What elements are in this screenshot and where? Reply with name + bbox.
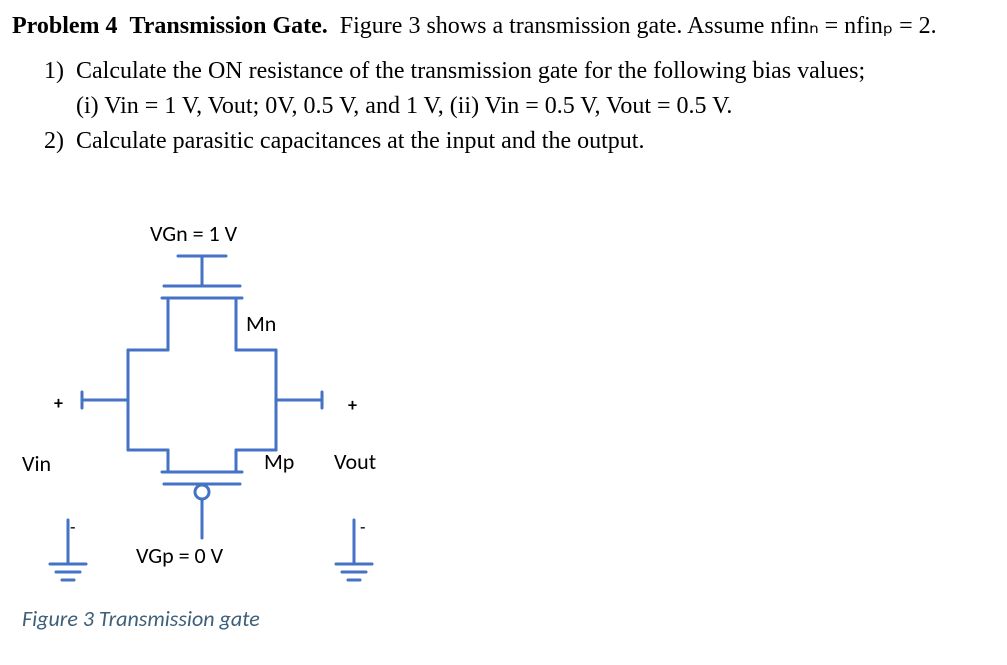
list-body-1: Calculate the ON resistance of the trans…	[76, 54, 995, 124]
problem-heading-line: Problem 4 Transmission Gate. Figure 3 sh…	[12, 10, 995, 42]
label-mn: Mn	[246, 310, 276, 337]
list-number-2: 2)	[44, 124, 76, 159]
list-item-1-sub: (i) Vin = 1 V, Vout; 0V, 0.5 V, and 1 V,…	[76, 93, 732, 119]
label-vout: Vout	[334, 448, 376, 475]
label-plus-left: +	[54, 392, 63, 414]
figure-area: VGn = 1 V Mn Mp VGp = 0 V Vin Vout + + -…	[22, 220, 382, 640]
label-minus-left: -	[70, 516, 76, 538]
list-number-1: 1)	[44, 54, 76, 124]
figure-caption-text: Transmission gate	[94, 605, 260, 632]
page: Problem 4 Transmission Gate. Figure 3 sh…	[0, 0, 1007, 665]
problem-list: 1) Calculate the ON resistance of the tr…	[44, 54, 995, 158]
list-item-1: 1) Calculate the ON resistance of the tr…	[44, 54, 995, 124]
list-item-2: 2) Calculate parasitic capacitances at t…	[44, 124, 995, 159]
label-vgp: VGp = 0 V	[136, 542, 223, 569]
problem-title-text: Transmission Gate.	[130, 13, 328, 39]
problem-intro-text: Figure 3 shows a transmission gate. Assu…	[340, 13, 937, 39]
label-minus-right: -	[360, 516, 366, 538]
problem-number: Problem 4	[12, 13, 118, 39]
label-mp: Mp	[264, 448, 294, 475]
label-plus-right: +	[348, 394, 357, 416]
label-vgn: VGn = 1 V	[150, 220, 237, 247]
list-item-1-text: Calculate the ON resistance of the trans…	[76, 58, 865, 84]
figure-caption-number: Figure 3	[22, 605, 94, 632]
figure-caption: Figure 3 Transmission gate	[22, 605, 260, 632]
list-body-2: Calculate parasitic capacitances at the …	[76, 124, 995, 159]
label-vin: Vin	[22, 450, 51, 477]
list-item-2-text: Calculate parasitic capacitances at the …	[76, 128, 644, 154]
